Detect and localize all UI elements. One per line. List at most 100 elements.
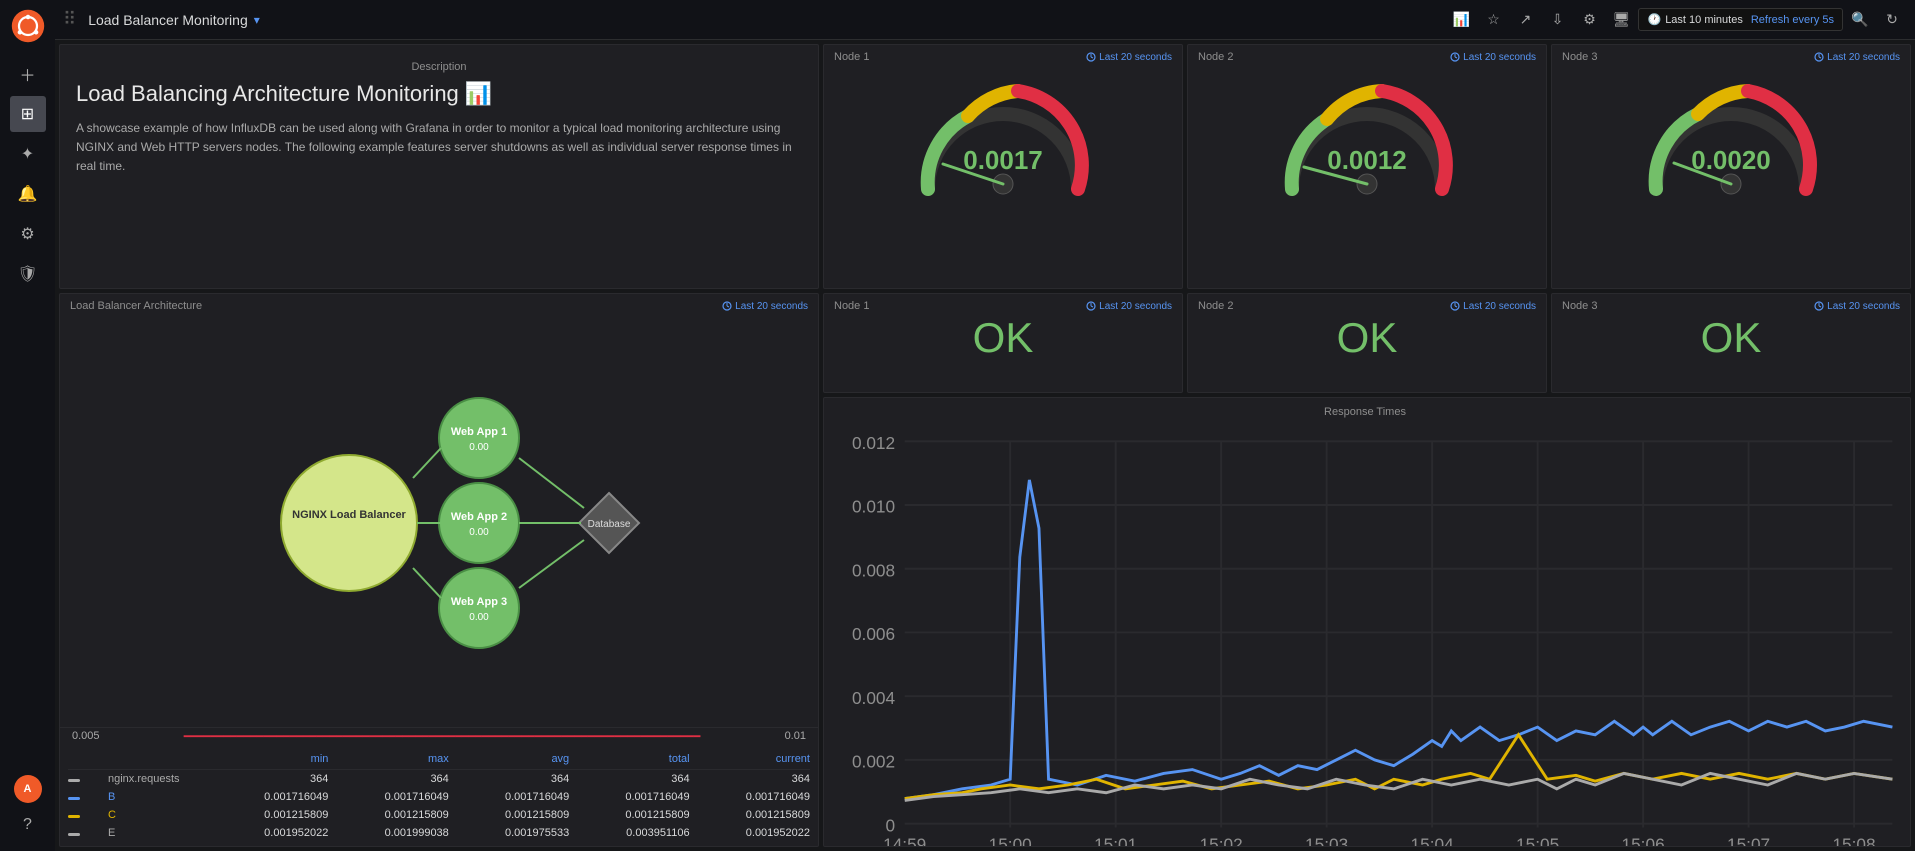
sidebar-item-alerts[interactable]: 🔔 bbox=[10, 176, 46, 212]
sidebar-item-shield[interactable]: 🛡 bbox=[10, 256, 46, 292]
svg-text:0.008: 0.008 bbox=[852, 560, 895, 580]
svg-text:0.006: 0.006 bbox=[852, 624, 895, 644]
monitor-icon[interactable]: 🖥 bbox=[1606, 5, 1636, 35]
chart-svg: 0.012 0.010 0.008 0.006 0.004 0.002 0 bbox=[828, 422, 1902, 847]
threshold-labels: 0.005 ━━━━━━━━━━━━━━━━━━━━━━━━━━━━━━━━━━… bbox=[60, 727, 818, 745]
table-cell-color bbox=[68, 773, 108, 785]
user-avatar[interactable]: A bbox=[14, 775, 42, 803]
table-cell-min: 364 bbox=[208, 773, 328, 785]
table-header-min: min bbox=[208, 753, 328, 765]
gauge-node1: Node 1 Last 20 seconds bbox=[823, 44, 1183, 289]
table-cell-current: 0.001215809 bbox=[690, 809, 810, 821]
refresh-icon[interactable]: ↻ bbox=[1877, 5, 1907, 35]
topbar-actions: 📊 ☆ ↗ ⇩ ⚙ 🖥 🕐 Last 10 minutes Refresh ev… bbox=[1446, 5, 1907, 35]
table-cell-current: 364 bbox=[690, 773, 810, 785]
table-section: min max avg total current nginx.requests… bbox=[60, 745, 818, 846]
svg-text:0.00: 0.00 bbox=[469, 612, 489, 623]
table-header-color bbox=[68, 753, 108, 765]
description-panel-title: Description bbox=[76, 57, 802, 81]
time-range-label: Last 10 minutes bbox=[1665, 14, 1743, 26]
sidebar-item-dashboards[interactable]: ⊞ bbox=[10, 96, 46, 132]
status-node3-value: OK bbox=[1552, 314, 1910, 362]
status-panels: Node 1 Last 20 seconds OK Node 2 Last 20… bbox=[823, 293, 1911, 393]
grafana-logo[interactable] bbox=[10, 8, 46, 44]
status-node2-label: Node 2 bbox=[1198, 300, 1233, 312]
gauge-node3-label: Node 3 bbox=[1562, 51, 1597, 63]
table-header-name bbox=[108, 753, 208, 765]
table-cell-name: E bbox=[108, 827, 208, 839]
status-node3-label: Node 3 bbox=[1562, 300, 1597, 312]
gauge-node3-time: Last 20 seconds bbox=[1814, 52, 1900, 63]
sidebar: ＋ ⊞ ✦ 🔔 ⚙ 🛡 A ? bbox=[0, 0, 55, 851]
table-cell-current: 0.001952022 bbox=[690, 827, 810, 839]
table-cell-name: B bbox=[108, 791, 208, 803]
search-icon[interactable]: 🔍 bbox=[1845, 5, 1875, 35]
table-cell-total: 0.001716049 bbox=[569, 791, 689, 803]
status-node1-time: Last 20 seconds bbox=[1086, 301, 1172, 312]
sidebar-item-settings[interactable]: ⚙ bbox=[10, 216, 46, 252]
table-cell-avg: 0.001716049 bbox=[449, 791, 569, 803]
status-node1-label: Node 1 bbox=[834, 300, 869, 312]
table-row: nginx.requests 364 364 364 364 364 bbox=[68, 770, 810, 788]
gauge-node1-display: 0.0017 bbox=[824, 65, 1182, 213]
description-body: A showcase example of how InfluxDB can b… bbox=[76, 119, 802, 177]
gauges-top: Node 1 Last 20 seconds bbox=[823, 44, 1911, 289]
table-cell-max: 0.001716049 bbox=[328, 791, 448, 803]
gear-icon[interactable]: ⚙ bbox=[1574, 5, 1604, 35]
table-cell-min: 0.001952022 bbox=[208, 827, 328, 839]
chart-container: Response Times 0.012 0.010 bbox=[824, 398, 1910, 846]
title-dropdown-arrow[interactable]: ▾ bbox=[254, 13, 260, 27]
time-range-picker[interactable]: 🕐 Last 10 minutes Refresh every 5s bbox=[1638, 8, 1843, 31]
table-header-total: total bbox=[569, 753, 689, 765]
dashboard-title: Load Balancer Monitoring ▾ bbox=[88, 12, 1438, 28]
table-cell-avg: 0.001975533 bbox=[449, 827, 569, 839]
chart-panel: Response Times 0.012 0.010 bbox=[823, 397, 1911, 847]
table-cell-max: 0.001215809 bbox=[328, 809, 448, 821]
gauge-node2-display: 0.0012 bbox=[1188, 65, 1546, 213]
arch-diagram: NGINX Load Balancer Web App 1 0.00 Web A… bbox=[60, 318, 818, 727]
svg-text:Web App 3: Web App 3 bbox=[451, 596, 507, 608]
sidebar-item-help[interactable]: ? bbox=[10, 807, 46, 843]
table-cell-avg: 0.001215809 bbox=[449, 809, 569, 821]
gauge-node2-time: Last 20 seconds bbox=[1450, 52, 1536, 63]
table-cell-color bbox=[68, 827, 108, 839]
svg-text:0.002: 0.002 bbox=[852, 752, 895, 772]
svg-text:0.004: 0.004 bbox=[852, 688, 896, 708]
table-cell-name: C bbox=[108, 809, 208, 821]
svg-text:0.00: 0.00 bbox=[469, 527, 489, 538]
status-node2: Node 2 Last 20 seconds OK bbox=[1187, 293, 1547, 393]
status-node2-value: OK bbox=[1188, 314, 1546, 362]
table-row: E 0.001952022 0.001999038 0.001975533 0.… bbox=[68, 824, 810, 842]
svg-text:0: 0 bbox=[886, 815, 896, 835]
import-icon[interactable]: ⇩ bbox=[1542, 5, 1572, 35]
gauge-node1-header: Node 1 Last 20 seconds bbox=[824, 45, 1182, 65]
svg-text:0.00: 0.00 bbox=[469, 442, 489, 453]
star-icon[interactable]: ☆ bbox=[1478, 5, 1508, 35]
svg-text:0.0012: 0.0012 bbox=[1327, 145, 1407, 175]
gauge-node2-label: Node 2 bbox=[1198, 51, 1233, 63]
status-node2-time: Last 20 seconds bbox=[1450, 301, 1536, 312]
table-header: min max avg total current bbox=[68, 749, 810, 770]
sidebar-item-explore[interactable]: ✦ bbox=[10, 136, 46, 172]
sidebar-item-add[interactable]: ＋ bbox=[10, 56, 46, 92]
clock-icon bbox=[722, 301, 732, 311]
table-cell-min: 0.001215809 bbox=[208, 809, 328, 821]
threshold-low: 0.005 bbox=[72, 730, 100, 743]
svg-text:14:59: 14:59 bbox=[883, 835, 926, 847]
table-cell-total: 0.001215809 bbox=[569, 809, 689, 821]
table-cell-name: nginx.requests bbox=[108, 773, 208, 785]
svg-text:15:05: 15:05 bbox=[1516, 835, 1559, 847]
share-icon[interactable]: ↗ bbox=[1510, 5, 1540, 35]
svg-text:15:02: 15:02 bbox=[1200, 835, 1243, 847]
main-content: ⠿ Load Balancer Monitoring ▾ 📊 ☆ ↗ ⇩ ⚙ 🖥… bbox=[55, 0, 1915, 851]
svg-text:Web App 1: Web App 1 bbox=[451, 426, 507, 438]
table-cell-color bbox=[68, 809, 108, 821]
bar-chart-icon[interactable]: 📊 bbox=[1446, 5, 1476, 35]
svg-text:15:00: 15:00 bbox=[989, 835, 1032, 847]
table-cell-total: 0.003951106 bbox=[569, 827, 689, 839]
gauge-node1-label: Node 1 bbox=[834, 51, 869, 63]
status-node1-header: Node 1 Last 20 seconds bbox=[824, 294, 1182, 314]
threshold-high: 0.01 bbox=[785, 730, 806, 743]
svg-text:0.0017: 0.0017 bbox=[963, 145, 1043, 175]
chart-area: 0.012 0.010 0.008 0.006 0.004 0.002 0 bbox=[828, 422, 1902, 847]
